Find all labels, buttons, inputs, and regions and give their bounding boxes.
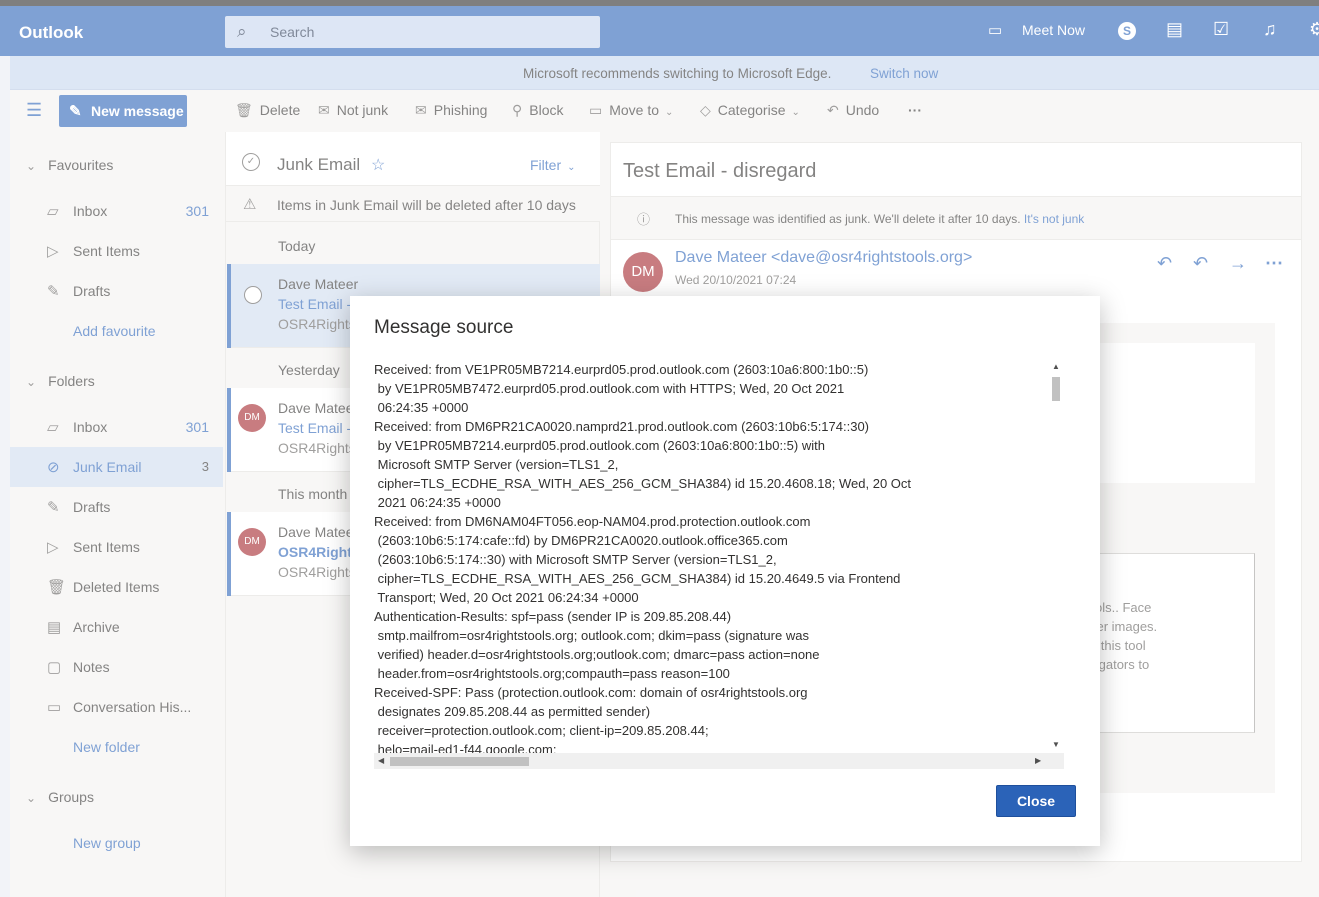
- vertical-scroll-thumb[interactable]: [1052, 377, 1060, 401]
- source-lines: Received: from VE1PR05MB7214.eurprd05.pr…: [374, 360, 1049, 753]
- source-line: verified) header.d=osr4rightstools.org;o…: [374, 647, 820, 662]
- close-button[interactable]: Close: [996, 785, 1076, 817]
- source-line: receiver=protection.outlook.com; client-…: [374, 723, 709, 738]
- message-source-dialog: Message source Received: from VE1PR05MB7…: [350, 296, 1100, 846]
- source-line: Transport; Wed, 20 Oct 2021 06:24:34 +00…: [374, 590, 639, 605]
- vertical-scrollbar[interactable]: ▲ ▼: [1048, 360, 1064, 753]
- source-line: helo=mail-ed1-f44.google.com;: [374, 742, 557, 753]
- source-line: Received: from VE1PR05MB7214.eurprd05.pr…: [374, 362, 869, 377]
- source-line: designates 209.85.208.44 as permitted se…: [374, 704, 651, 719]
- scroll-left-icon[interactable]: ◀: [378, 756, 384, 765]
- source-line: cipher=TLS_ECDHE_RSA_WITH_AES_256_GCM_SH…: [374, 571, 901, 586]
- source-line: cipher=TLS_ECDHE_RSA_WITH_AES_256_GCM_SH…: [374, 476, 912, 491]
- source-line: 2021 06:24:35 +0000: [374, 495, 501, 510]
- scroll-down-icon[interactable]: ▼: [1052, 740, 1060, 749]
- source-text-area[interactable]: Received: from VE1PR05MB7214.eurprd05.pr…: [374, 360, 1064, 770]
- source-line: (2603:10b6:5:174::30) with Microsoft SMT…: [374, 552, 777, 567]
- source-line: by VE1PR05MB7214.eurprd05.prod.outlook.c…: [374, 438, 825, 453]
- horizontal-scroll-thumb[interactable]: [390, 757, 529, 766]
- source-line: Microsoft SMTP Server (version=TLS1_2,: [374, 457, 619, 472]
- source-line: (2603:10b6:5:174:cafe::fd) by DM6PR21CA0…: [374, 533, 788, 548]
- scroll-right-icon[interactable]: ▶: [1035, 756, 1041, 765]
- source-line: Received-SPF: Pass (protection.outlook.c…: [374, 685, 808, 700]
- source-line: smtp.mailfrom=osr4rightstools.org; outlo…: [374, 628, 809, 643]
- dialog-title: Message source: [374, 317, 514, 338]
- source-line: Authentication-Results: spf=pass (sender…: [374, 609, 732, 624]
- source-line: 06:24:35 +0000: [374, 400, 469, 415]
- source-line: by VE1PR05MB7472.eurprd05.prod.outlook.c…: [374, 381, 845, 396]
- horizontal-scrollbar[interactable]: ◀ ▶: [374, 753, 1064, 769]
- source-line: header.from=osr4rightstools.org;compauth…: [374, 666, 730, 681]
- source-line: Received: from DM6PR21CA0020.namprd21.pr…: [374, 419, 870, 434]
- scroll-up-icon[interactable]: ▲: [1052, 362, 1060, 371]
- source-line: Received: from DM6NAM04FT056.eop-NAM04.p…: [374, 514, 811, 529]
